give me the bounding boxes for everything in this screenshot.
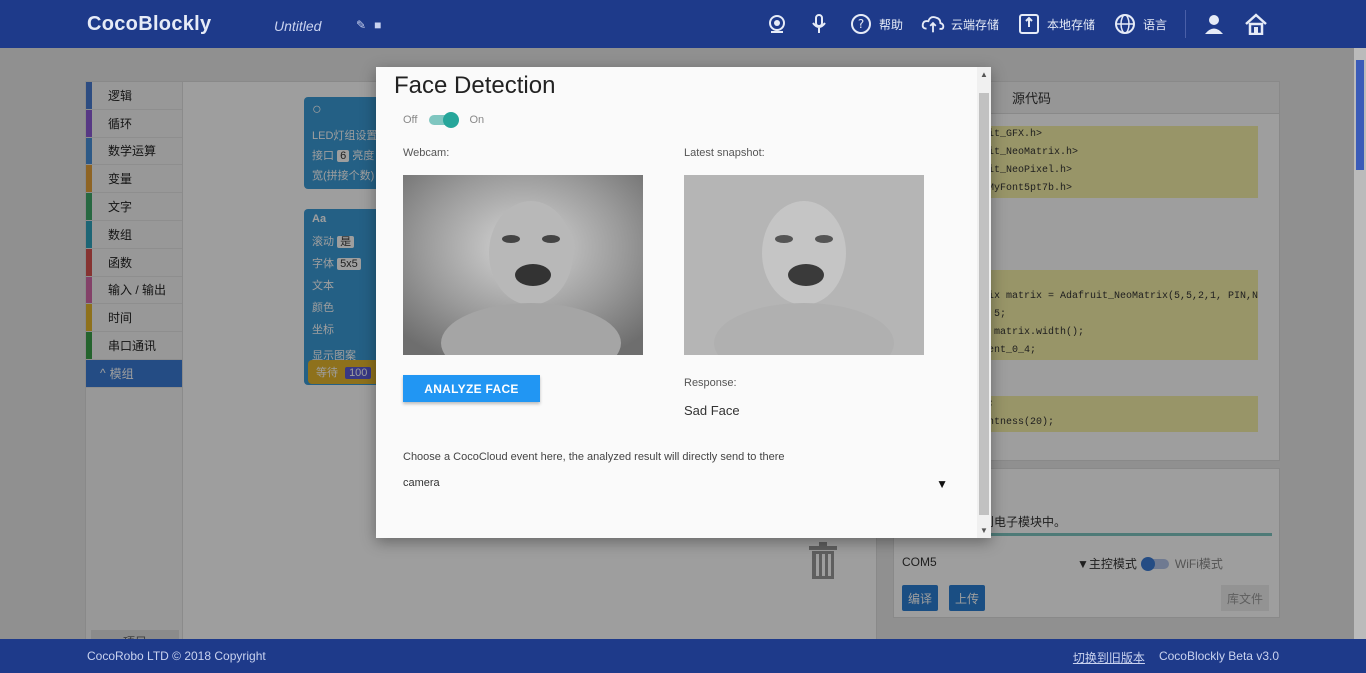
- microphone-button[interactable]: [807, 12, 831, 36]
- language-button[interactable]: 语言: [1113, 12, 1167, 36]
- switch-on-label: On: [469, 114, 485, 126]
- face-detection-modal: Face Detection Off On Webcam: Latest sna…: [376, 67, 991, 538]
- cloud-storage-button[interactable]: 云端存储: [921, 12, 999, 36]
- switch-old-version-link[interactable]: 切换到旧版本: [1073, 649, 1145, 666]
- version-label: CocoBlockly Beta v3.0: [1158, 649, 1279, 663]
- scroll-down-icon[interactable]: ▼: [980, 526, 988, 535]
- user-button[interactable]: [1202, 12, 1226, 36]
- local-save-icon: [1017, 12, 1041, 36]
- detection-switch-row: Off On: [403, 112, 485, 128]
- scroll-up-icon[interactable]: ▲: [980, 70, 988, 79]
- detection-toggle[interactable]: [429, 112, 460, 128]
- event-instruction: Choose a CocoCloud event here, the analy…: [403, 451, 785, 463]
- title-actions: ✎ ■: [356, 18, 381, 32]
- webcam-feed: [403, 175, 643, 355]
- project-title[interactable]: Untitled: [274, 18, 321, 34]
- snapshot-label: Latest snapshot:: [684, 147, 765, 159]
- top-bar: CocoBlockly Untitled ✎ ■ ? 帮助 云端存储 本地存储 …: [0, 0, 1366, 48]
- copyright-text: CocoRobo LTD © 2018 Copyright: [87, 649, 266, 663]
- brand-logo: CocoBlockly: [87, 13, 212, 35]
- modal-title: Face Detection: [394, 72, 556, 99]
- webcam-button[interactable]: [765, 12, 789, 36]
- webcam-icon: [765, 12, 789, 36]
- webcam-label: Webcam:: [403, 147, 450, 159]
- globe-icon: [1113, 12, 1137, 36]
- edit-pencil-icon[interactable]: ✎: [356, 18, 366, 32]
- snapshot-image: [684, 175, 924, 355]
- modal-scrollbar[interactable]: ▲ ▼: [977, 67, 991, 538]
- switch-off-label: Off: [403, 114, 418, 126]
- user-icon: [1202, 12, 1226, 36]
- microphone-icon: [807, 12, 831, 36]
- help-icon: ?: [849, 12, 873, 36]
- top-actions: ? 帮助 云端存储 本地存储 语言: [765, 0, 1366, 48]
- modal-scrollbar-thumb[interactable]: [979, 93, 989, 515]
- event-selected-value: camera: [403, 477, 440, 489]
- cococloud-event-select[interactable]: camera ▼: [403, 477, 948, 495]
- toggle-knob: [443, 112, 460, 128]
- language-label: 语言: [1142, 17, 1167, 32]
- page-scrollbar-thumb[interactable]: [1356, 60, 1364, 170]
- footer-right: 切换到旧版本 CocoBlockly Beta v3.0: [1073, 649, 1279, 666]
- trash-icon[interactable]: ■: [374, 18, 381, 32]
- response-value: Sad Face: [684, 403, 740, 418]
- help-button[interactable]: ? 帮助: [849, 12, 903, 36]
- local-storage-label: 本地存储: [1046, 17, 1095, 32]
- local-storage-button[interactable]: 本地存储: [1017, 12, 1095, 36]
- analyze-face-button[interactable]: ANALYZE FACE: [403, 375, 540, 402]
- response-label: Response:: [684, 377, 737, 389]
- home-button[interactable]: [1244, 12, 1268, 36]
- cloud-storage-label: 云端存储: [950, 17, 999, 32]
- help-label: 帮助: [878, 17, 903, 32]
- header-divider: [1185, 10, 1186, 38]
- svg-text:?: ?: [858, 17, 864, 31]
- page-scrollbar[interactable]: [1354, 48, 1366, 639]
- dropdown-arrow-icon: ▼: [936, 477, 948, 491]
- footer: CocoRobo LTD © 2018 Copyright 切换到旧版本 Coc…: [0, 639, 1366, 673]
- home-icon: [1244, 12, 1268, 36]
- cloud-upload-icon: [921, 12, 945, 36]
